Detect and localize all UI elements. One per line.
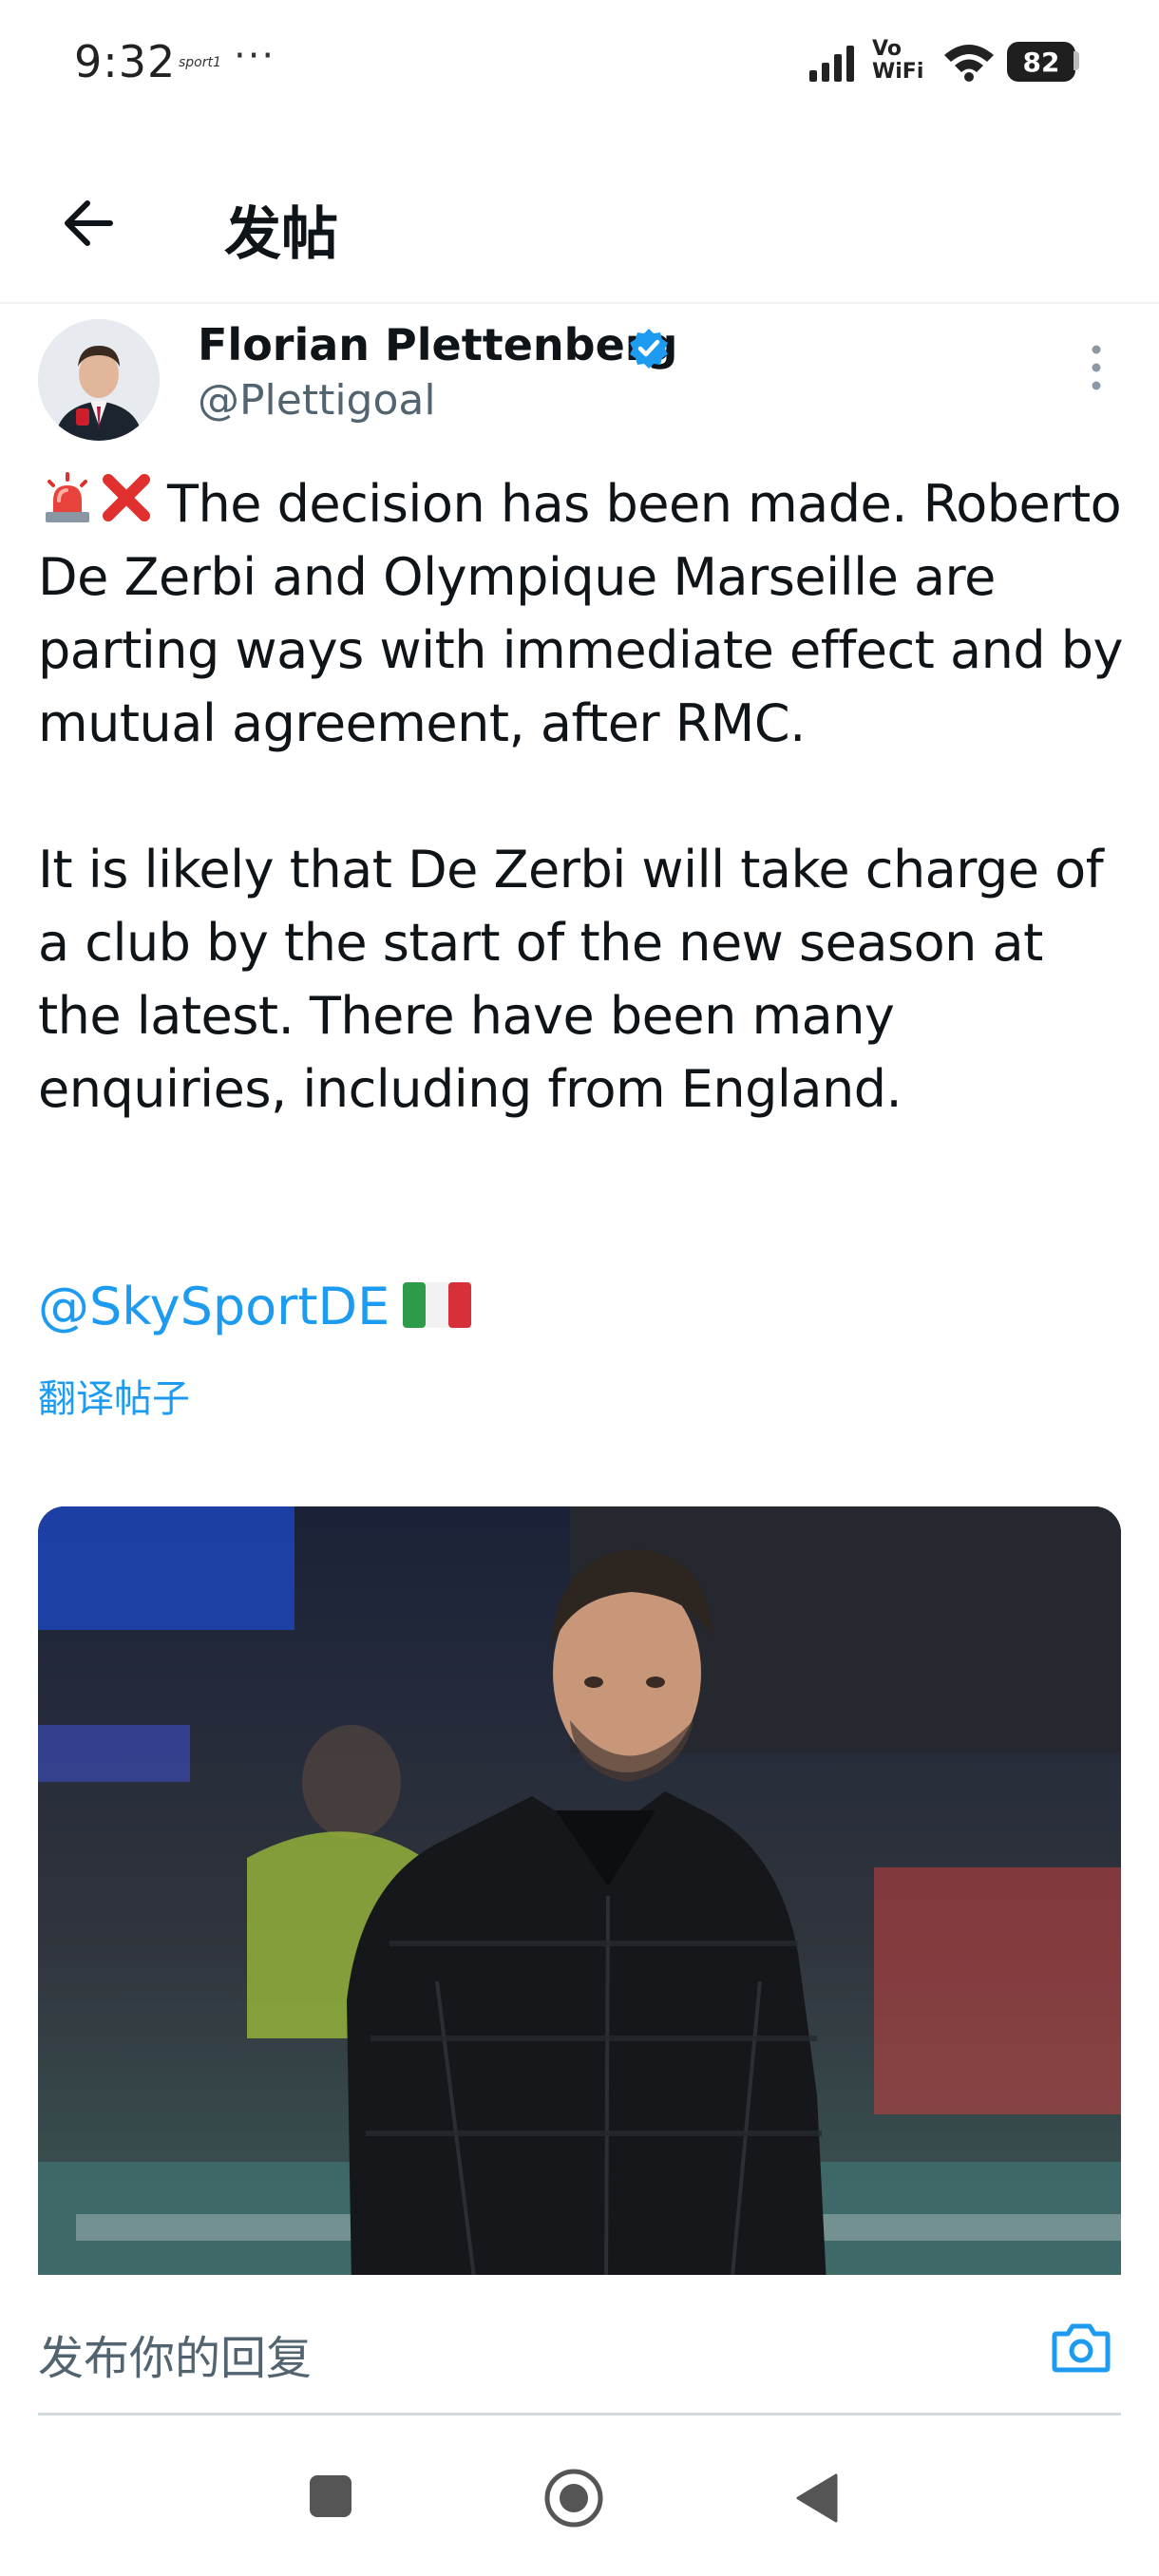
author-handle[interactable]: @Plettigoal (198, 376, 436, 425)
circle-icon[interactable] (543, 2468, 604, 2529)
status-time: 9:32 (74, 36, 177, 87)
media-photo (38, 1506, 1121, 2285)
battery-tip (1074, 51, 1079, 70)
arrow-left-icon[interactable] (53, 190, 120, 256)
mention-link[interactable]: @SkySportDE (38, 1277, 390, 1336)
page-title: 发帖 (224, 201, 338, 268)
mention-line: @SkySportDE (38, 1270, 472, 1343)
reply-input[interactable]: 发布你的回复 (38, 2320, 312, 2387)
status-bar: 9:32 sport1 ··· Vo WiFi 82 (0, 0, 1159, 128)
avatar[interactable] (38, 319, 160, 441)
triangle-back-icon[interactable] (794, 2473, 840, 2523)
reply-bar: 发布你的回复 (0, 2275, 1159, 2417)
vowifi-label: Vo WiFi (872, 37, 924, 84)
siren-icon (46, 472, 89, 522)
system-nav-bar (0, 2420, 1159, 2576)
reply-divider (38, 2413, 1121, 2415)
tweet-media-image[interactable] (38, 1506, 1121, 2285)
more-options-icon[interactable] (1083, 344, 1110, 391)
tweet-text: The decision has been made. Roberto De Z… (38, 467, 1130, 1126)
battery-indicator: 82 (1007, 42, 1075, 82)
wifi-icon (944, 45, 994, 82)
status-more-icon: ··· (234, 34, 276, 78)
verified-badge-icon (630, 329, 668, 369)
status-app-label: sport1 (179, 55, 221, 70)
avatar-photo (38, 319, 160, 441)
translate-post-link[interactable]: 翻译帖子 (38, 1368, 190, 1423)
tweet-body: The decision has been made. Roberto De Z… (38, 474, 1124, 1119)
square-icon[interactable] (308, 2473, 353, 2519)
battery-level: 82 (1022, 46, 1060, 78)
signal-icon (809, 46, 854, 82)
italy-flag-icon (403, 1282, 472, 1328)
cross-mark-icon (103, 474, 150, 521)
camera-icon[interactable] (1051, 2319, 1112, 2376)
author-name[interactable]: Florian Plettenberg (198, 319, 677, 370)
app-header: 发帖 (0, 152, 1159, 304)
